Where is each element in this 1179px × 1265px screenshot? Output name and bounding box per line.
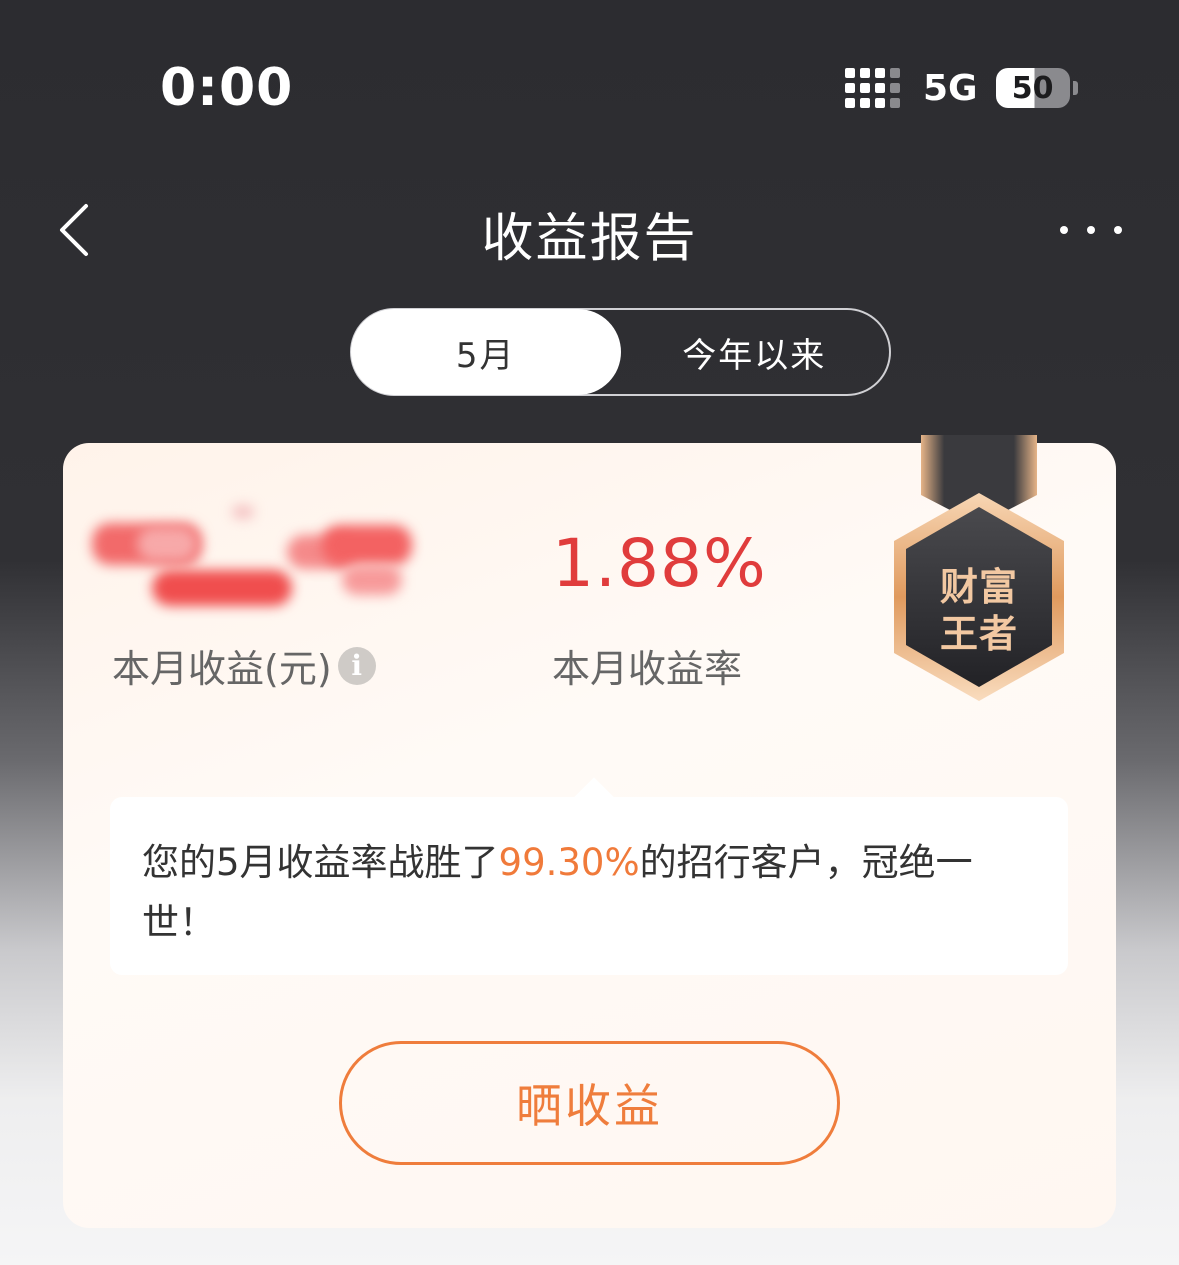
share-income-button[interactable]: 晒收益 <box>339 1041 840 1165</box>
status-time: 0:00 <box>160 58 294 118</box>
status-indicators: 5G 50 <box>845 66 1078 110</box>
message-prefix: 您的5月收益率战胜了 <box>142 841 499 884</box>
ranking-message: 您的5月收益率战胜了99.30%的招行客户，冠绝一世！ <box>110 797 1068 975</box>
income-amount-hidden <box>92 505 422 610</box>
tab-may[interactable]: 5月 <box>351 309 621 395</box>
network-type: 5G <box>923 67 978 109</box>
monthly-rate-value: 1.88% <box>552 525 767 602</box>
badge-text-line2: 王者 <box>939 612 1018 656</box>
period-segment: 5月 今年以来 <box>350 308 891 396</box>
more-button[interactable] <box>1060 220 1130 240</box>
signal-icon <box>845 68 900 108</box>
monthly-income-label-text: 本月收益(元) <box>112 647 332 691</box>
monthly-rate-label: 本月收益率 <box>552 647 743 691</box>
battery-level: 50 <box>1011 70 1054 106</box>
info-icon[interactable]: i <box>337 646 376 685</box>
monthly-income-label: 本月收益(元) i <box>112 638 376 693</box>
battery-icon: 50 <box>995 68 1078 108</box>
tab-year-to-date[interactable]: 今年以来 <box>620 310 890 394</box>
more-horizontal-icon <box>1060 226 1068 234</box>
page-title: 收益报告 <box>481 209 698 269</box>
message-highlight: 99.30% <box>498 841 640 884</box>
